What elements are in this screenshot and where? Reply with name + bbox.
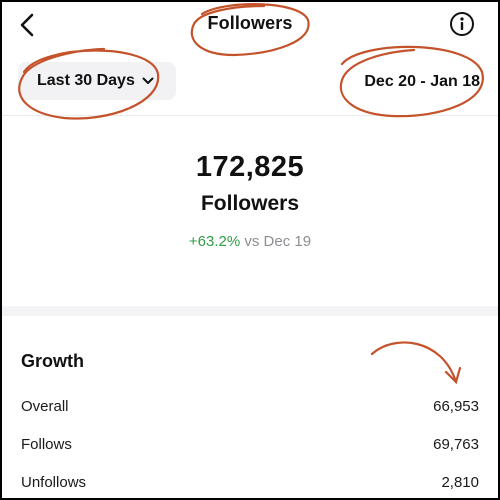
growth-title: Growth (21, 351, 84, 371)
info-button[interactable] (448, 10, 476, 38)
growth-row-follows: Follows 69,763 (21, 433, 479, 455)
annotation-arrow-head (444, 366, 462, 385)
chevron-down-icon (142, 77, 154, 85)
growth-row-value: 2,810 (441, 473, 479, 491)
info-icon (450, 12, 474, 36)
section-separator (2, 306, 498, 316)
change-percent: +63.2% (188, 233, 241, 250)
growth-row-label: Unfollows (21, 473, 87, 491)
date-range-text: Dec 20 - Jan 18 (364, 73, 480, 90)
change-compare: vs Dec 19 (244, 233, 312, 250)
page-title: Followers (207, 13, 293, 33)
follower-count-label: Followers (200, 192, 300, 215)
follower-change: +63.2% vs Dec 19 (2, 233, 498, 250)
followers-screen: Followers Last 30 Days Dec 20 - Jan 18 1… (2, 2, 498, 498)
growth-row-value: 66,953 (433, 397, 479, 415)
follower-count: 172,825 (195, 151, 305, 183)
date-range-dropdown[interactable]: Last 30 Days (18, 62, 176, 100)
growth-row-label: Overall (21, 397, 69, 415)
annotation-arrow-curve (370, 341, 458, 384)
growth-row-unfollows: Unfollows 2,810 (21, 471, 479, 493)
divider (2, 115, 498, 116)
growth-row-value: 69,763 (433, 435, 479, 453)
growth-row-label: Follows (21, 435, 72, 453)
date-range-label: Last 30 Days (37, 72, 135, 89)
growth-row-overall: Overall 66,953 (21, 395, 479, 417)
